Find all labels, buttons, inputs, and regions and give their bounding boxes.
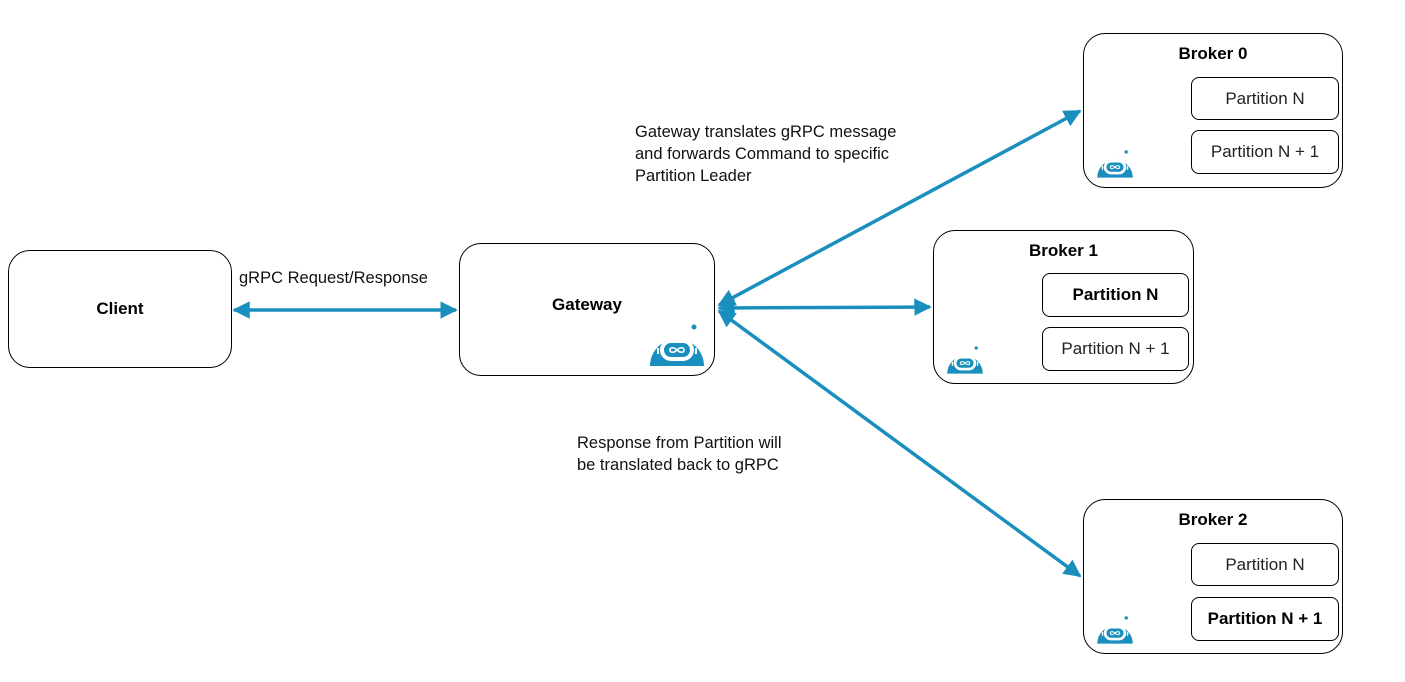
broker-0-node: Broker 0 Partition N Partition N + 1 xyxy=(1083,33,1343,188)
broker-2-node: Broker 2 Partition N Partition N + 1 xyxy=(1083,499,1343,654)
gateway-node: Gateway xyxy=(459,243,715,376)
robot-logo-icon xyxy=(1095,612,1135,645)
client-label: Client xyxy=(96,299,144,318)
broker-0-label: Broker 0 xyxy=(1178,44,1248,63)
client-node: Client xyxy=(8,250,232,368)
broker-1-label: Broker 1 xyxy=(1029,241,1098,260)
broker-1-partition-n-plus-1: Partition N + 1 xyxy=(1042,327,1189,371)
edge-gateway-broker-1 xyxy=(717,298,932,317)
edge-label-client-gateway: gRPC Request/Response xyxy=(239,269,428,287)
broker-2-partition-n: Partition N xyxy=(1191,543,1339,586)
robot-logo-icon xyxy=(945,342,985,375)
robot-logo-icon xyxy=(1095,146,1135,179)
annotation-response: Response from Partition will be translat… xyxy=(577,434,782,474)
broker-2-partition-n-plus-1: Partition N + 1 xyxy=(1191,597,1339,641)
broker-1-partition-n: Partition N xyxy=(1042,273,1189,317)
broker-2-label: Broker 2 xyxy=(1178,510,1248,529)
broker-0-partition-n-plus-1: Partition N + 1 xyxy=(1191,130,1339,174)
broker-1-node: Broker 1 Partition N Partition N + 1 xyxy=(933,230,1194,384)
broker-0-partition-n: Partition N xyxy=(1191,77,1339,120)
robot-logo-icon xyxy=(647,318,707,368)
annotation-forward: Gateway translates gRPC message and forw… xyxy=(635,123,897,185)
